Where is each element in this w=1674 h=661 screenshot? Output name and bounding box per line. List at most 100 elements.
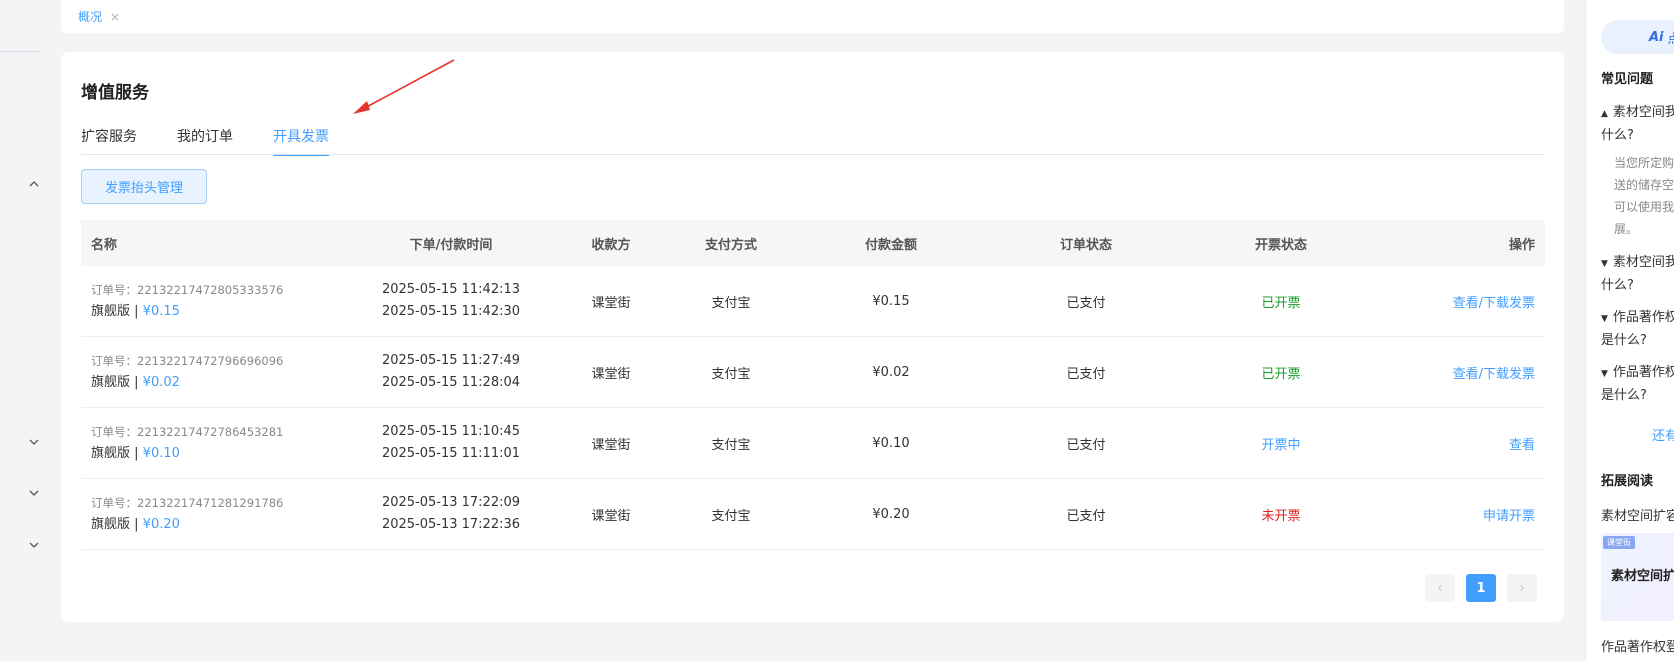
chevron-down-icon[interactable] [26,485,42,501]
order-time-cell: 2025-05-15 11:42:13 2025-05-15 11:42:30 [341,279,561,323]
header-invoice-status: 开票状态 [1254,237,1307,253]
edition-price: ¥0.15 [142,304,180,319]
table-row: 订单号：22132217471281291786 旗舰版 | ¥0.20 202… [81,479,1545,550]
order-status-cell: 已支付 [1066,366,1106,382]
edition-price: ¥0.10 [142,446,180,461]
header-operation: 操作 [1508,237,1535,253]
operation-cell: 查看/下载发票 [1371,292,1545,311]
article-thumbnail[interactable]: 课堂街 素材空间扩 [1601,533,1674,621]
tab-issue-invoice[interactable]: 开具发票 [273,126,329,156]
extended-reading-heading: 拓展阅读 [1601,474,1654,489]
caret-down-icon: ▼ [1601,259,1608,269]
amount-cell: ¥0.20 [872,506,910,522]
thumbnail-title: 素材空间扩 [1611,569,1674,584]
header-order-status: 订单状态 [1059,237,1112,253]
faq-question[interactable]: ▼ 作品著作权 是什么? [1601,307,1674,351]
annotation-arrow-icon [353,59,455,114]
caret-down-icon: ▼ [1601,314,1608,324]
order-status-cell: 已支付 [1066,295,1106,311]
chevron-down-icon[interactable] [26,434,42,450]
order-time-cell: 2025-05-13 17:22:09 2025-05-13 17:22:36 [341,492,561,536]
edition-label: 旗舰版 [91,446,131,461]
page-title: 增值服务 [81,83,149,103]
order-name-cell: 订单号：22132217471281291786 旗舰版 | ¥0.20 [81,492,341,536]
amount-cell: ¥0.10 [872,435,910,451]
tab-expansion-service[interactable]: 扩容服务 [81,126,137,156]
faq-question[interactable]: ▼ 素材空间我 什么? [1601,252,1674,296]
apply-invoice-link[interactable]: 申请开票 [1483,509,1535,524]
faq-answer-line: 展。 [1614,222,1639,236]
thumbnail-badge: 课堂街 [1603,536,1635,549]
order-time: 2025-05-13 17:22:09 [381,495,521,510]
invoice-status-cell: 未开票 [1261,508,1301,524]
header-name: 名称 [91,237,118,253]
ai-assistant-button[interactable]: Ai 点 [1601,20,1674,54]
tab-my-orders[interactable]: 我的订单 [177,126,233,156]
order-status-cell: 已支付 [1066,437,1106,453]
faq-question-text: 什么? [1601,278,1634,293]
edition-label: 旗舰版 [91,304,131,319]
prev-page-button[interactable]: ‹ [1425,574,1455,602]
chevron-down-icon[interactable] [26,537,42,553]
faq-question-text: 是什么? [1601,333,1647,348]
order-number: 订单号：22132217472805333576 [91,283,284,297]
chevron-up-icon[interactable] [26,176,42,192]
payee-cell: 课堂街 [591,508,631,524]
operation-cell: 查看/下载发票 [1371,363,1545,382]
order-time-cell: 2025-05-15 11:10:45 2025-05-15 11:11:01 [341,421,561,465]
faq-answer-line: 送的储存空 [1614,178,1674,192]
next-page-button[interactable]: › [1507,574,1537,602]
faq-question-text: 素材空间我 [1612,105,1674,120]
table-row: 订单号：22132217472786453281 旗舰版 | ¥0.10 202… [81,408,1545,479]
order-name-cell: 订单号：22132217472796696096 旗舰版 | ¥0.02 [81,350,341,394]
extended-reading-item[interactable]: 作品著作权登 [1601,636,1674,655]
faq-heading: 常见问题 [1601,72,1654,87]
view-download-invoice-link[interactable]: 查看/下载发票 [1453,367,1535,382]
table-header: 名称 下单/付款时间 收款方 支付方式 付款金额 订单状态 开票状态 操作 [81,220,1545,266]
faq-question-text: 作品著作权 [1612,310,1674,325]
header-time: 下单/付款时间 [409,237,493,253]
faq-question[interactable]: ▲ 素材空间我 什么? [1601,102,1674,146]
more-link[interactable]: 还有 [1652,425,1674,444]
order-number: 订单号：22132217472796696096 [91,354,284,368]
top-tab-overview[interactable]: 概况 × [78,8,120,25]
order-edition: 旗舰版 | ¥0.20 [91,514,341,536]
view-invoice-link[interactable]: 查看 [1509,438,1535,453]
pagination: ‹ 1 › [1425,574,1537,602]
caret-up-icon: ▲ [1601,109,1608,119]
order-time-cell: 2025-05-15 11:27:49 2025-05-15 11:28:04 [341,350,561,394]
payment-method-cell: 支付宝 [711,295,751,311]
faq-question-text: 作品著作权 [1612,365,1674,380]
page-number-button[interactable]: 1 [1466,574,1496,602]
close-icon[interactable]: × [110,10,120,24]
operation-cell: 查看 [1371,434,1545,453]
view-download-invoice-link[interactable]: 查看/下载发票 [1453,296,1535,311]
sidebar-divider [0,51,40,52]
edition-label: 旗舰版 [91,517,131,532]
order-number: 订单号：22132217471281291786 [91,496,284,510]
edition-separator: | [130,375,143,390]
order-name-cell: 订单号：22132217472786453281 旗舰版 | ¥0.10 [81,421,341,465]
order-edition: 旗舰版 | ¥0.02 [91,372,341,394]
header-method: 支付方式 [704,237,757,253]
main-card: 增值服务 扩容服务 我的订单 开具发票 发票抬头管理 名称 下单/付款时间 收款… [61,52,1564,622]
faq-answer-line: 可以使用我 [1614,200,1674,214]
table-row: 订单号：22132217472796696096 旗舰版 | ¥0.02 202… [81,337,1545,408]
invoice-table: 名称 下单/付款时间 收款方 支付方式 付款金额 订单状态 开票状态 操作 订单… [81,220,1545,550]
invoice-status-cell: 已开票 [1261,295,1301,311]
edition-separator: | [130,517,143,532]
pay-time: 2025-05-15 11:28:04 [381,375,521,390]
extended-reading-item[interactable]: 素材空间扩容 [1601,505,1674,524]
invoice-status-cell: 已开票 [1261,366,1301,382]
invoice-status-cell: 开票中 [1261,437,1301,453]
tabs-divider [81,154,1545,155]
ai-icon: Ai [1649,29,1664,45]
faq-question[interactable]: ▼ 作品著作权 是什么? [1601,362,1674,406]
edition-label: 旗舰版 [91,375,131,390]
invoice-title-management-button[interactable]: 发票抬头管理 [81,169,207,204]
payment-method-cell: 支付宝 [711,508,751,524]
edition-separator: | [130,446,143,461]
edition-price: ¥0.20 [142,517,180,532]
order-name-cell: 订单号：22132217472805333576 旗舰版 | ¥0.15 [81,279,341,323]
faq-question-text: 素材空间我 [1612,255,1674,270]
